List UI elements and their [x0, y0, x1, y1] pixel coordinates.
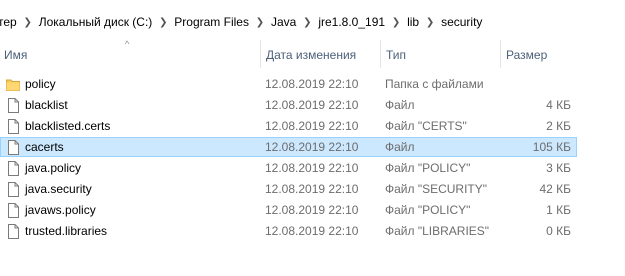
file-date: 12.08.2019 22:10 — [265, 77, 359, 91]
file-size: 0 КБ — [546, 224, 571, 238]
file-size — [500, 74, 571, 95]
file-date: 12.08.2019 22:10 — [265, 182, 359, 196]
column-header-name[interactable]: Имя ^ — [4, 39, 254, 68]
column-header-row: Имя ^ Дата изменения Тип Размер — [0, 39, 625, 68]
file-name: cacerts — [25, 140, 64, 154]
file-icon — [6, 182, 20, 197]
chevron-right-icon[interactable]: ❯ — [253, 17, 267, 28]
file-type: Файл — [385, 140, 415, 154]
file-name: trusted.libraries — [25, 224, 108, 238]
file-size: 4 КБ — [546, 98, 571, 112]
file-list: policy 12.08.2019 22:10 Папка с файлами … — [0, 74, 625, 242]
breadcrumb-item-jre[interactable]: jre1.8.0_191 — [314, 15, 389, 29]
file-icon — [6, 98, 20, 113]
chevron-right-icon[interactable]: ❯ — [300, 17, 314, 28]
file-name: javaws.policy — [25, 203, 96, 217]
breadcrumb-item-lib[interactable]: lib — [403, 15, 423, 29]
file-size: 2 КБ — [546, 119, 571, 133]
chevron-right-icon[interactable]: ❯ — [389, 17, 403, 28]
file-icon — [6, 140, 20, 155]
file-size: 1 КБ — [546, 203, 571, 217]
file-date: 12.08.2019 22:10 — [265, 224, 359, 238]
file-icon — [6, 161, 20, 176]
file-date: 12.08.2019 22:10 — [265, 98, 359, 112]
column-header-date[interactable]: Дата изменения — [260, 40, 382, 68]
file-row[interactable]: java.policy 12.08.2019 22:10 Файл "POLIC… — [0, 158, 625, 179]
file-icon — [6, 119, 20, 134]
file-name: blacklist — [25, 98, 68, 112]
file-date: 12.08.2019 22:10 — [265, 119, 359, 133]
file-icon — [6, 224, 20, 239]
file-row-selected[interactable]: cacerts 12.08.2019 22:10 Файл 105 КБ — [0, 137, 625, 158]
breadcrumb-item-program-files[interactable]: Program Files — [170, 15, 253, 29]
file-name: blacklisted.certs — [25, 119, 111, 133]
file-date: 12.08.2019 22:10 — [265, 161, 359, 175]
file-type: Файл "CERTS" — [385, 119, 467, 133]
file-type: Папка с файлами — [385, 77, 484, 91]
file-size: 42 КБ — [539, 182, 571, 196]
breadcrumb-item-security[interactable]: security — [437, 15, 486, 29]
file-type: Файл "LIBRARIES" — [385, 224, 490, 238]
breadcrumb: тер ❯ Локальный диск (C:) ❯ Program File… — [0, 8, 625, 36]
sort-ascending-icon: ^ — [125, 39, 130, 49]
breadcrumb-item-java[interactable]: Java — [267, 15, 300, 29]
column-header-type[interactable]: Тип — [380, 40, 502, 68]
file-row[interactable]: blacklist 12.08.2019 22:10 Файл 4 КБ — [0, 95, 625, 116]
chevron-right-icon[interactable]: ❯ — [156, 17, 170, 28]
column-header-size[interactable]: Размер — [500, 40, 586, 68]
file-name: java.policy — [25, 161, 82, 175]
file-type: Файл "SECURITY" — [385, 182, 488, 196]
file-type: Файл "POLICY" — [385, 161, 471, 175]
file-type: Файл — [385, 98, 415, 112]
file-name: policy — [25, 77, 56, 91]
file-type: Файл "POLICY" — [385, 203, 471, 217]
file-size: 105 КБ — [532, 140, 571, 154]
file-date: 12.08.2019 22:10 — [265, 140, 359, 154]
file-row[interactable]: policy 12.08.2019 22:10 Папка с файлами — [0, 74, 625, 95]
file-name: java.security — [25, 182, 92, 196]
file-row[interactable]: trusted.libraries 12.08.2019 22:10 Файл … — [0, 221, 625, 242]
breadcrumb-item-local-disk[interactable]: Локальный диск (C:) — [35, 15, 157, 29]
breadcrumb-item-computer[interactable]: тер — [0, 15, 21, 29]
column-header-name-label: Имя — [4, 48, 28, 62]
file-row[interactable]: javaws.policy 12.08.2019 22:10 Файл "POL… — [0, 200, 625, 221]
folder-icon — [6, 77, 20, 92]
chevron-right-icon[interactable]: ❯ — [423, 17, 437, 28]
file-size: 3 КБ — [546, 161, 571, 175]
file-date: 12.08.2019 22:10 — [265, 203, 359, 217]
file-icon — [6, 203, 20, 218]
chevron-right-icon[interactable]: ❯ — [21, 17, 35, 28]
file-row[interactable]: blacklisted.certs 12.08.2019 22:10 Файл … — [0, 116, 625, 137]
file-row[interactable]: java.security 12.08.2019 22:10 Файл "SEC… — [0, 179, 625, 200]
